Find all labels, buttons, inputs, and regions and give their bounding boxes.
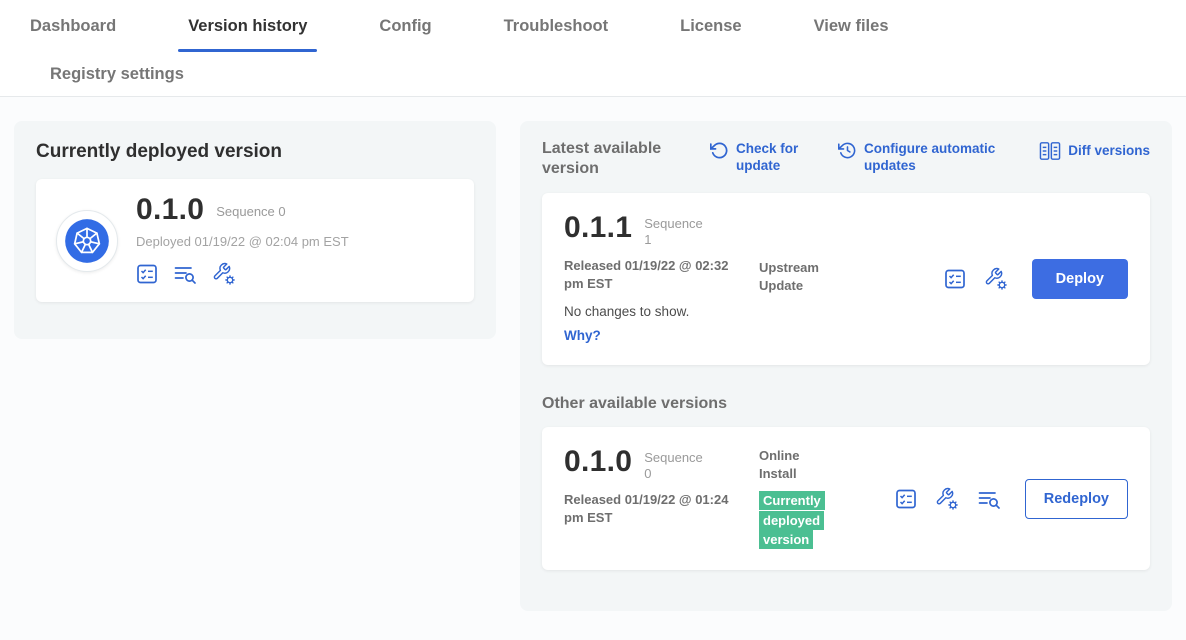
current-sequence: Sequence 0 xyxy=(216,204,285,219)
other-sequence: Sequence 0 xyxy=(644,450,708,481)
main-content: Currently deployed version xyxy=(0,97,1186,611)
tab-dashboard-label: Dashboard xyxy=(30,17,116,36)
other-versions-title: Other available versions xyxy=(542,395,1150,413)
deployed-timestamp: Deployed 01/19/22 @ 02:04 pm EST xyxy=(136,234,349,249)
release-notes-icon[interactable] xyxy=(136,263,158,285)
install-type-label: Online Install xyxy=(759,447,831,482)
current-version-info: 0.1.0 Sequence 0 Deployed 01/19/22 @ 02:… xyxy=(136,195,349,286)
kubernetes-logo xyxy=(56,210,118,272)
currently-deployed-panel: Currently deployed version xyxy=(14,121,496,339)
edit-config-icon[interactable] xyxy=(212,262,236,286)
current-version-actions xyxy=(136,262,349,286)
tab-registry-settings[interactable]: Registry settings xyxy=(40,52,194,96)
why-link[interactable]: Why? xyxy=(564,328,601,343)
tab-config-label: Config xyxy=(379,17,431,36)
other-source-column: Online Install Currently deployed versio… xyxy=(759,447,861,550)
other-released-timestamp: Released 01/19/22 @ 01:24 pm EST xyxy=(564,491,736,526)
current-version-number: 0.1.0 xyxy=(136,195,204,225)
currently-deployed-title: Currently deployed version xyxy=(36,141,474,163)
diff-versions-label: Diff versions xyxy=(1068,143,1150,160)
no-changes-text: No changes to show. xyxy=(564,304,759,319)
tab-license[interactable]: License xyxy=(670,0,751,52)
tab-registry-settings-label: Registry settings xyxy=(50,65,184,84)
latest-release-actions xyxy=(944,267,1008,291)
schedule-update-icon xyxy=(838,141,857,160)
configure-automatic-updates-link[interactable]: Configure automatic updates xyxy=(838,141,996,175)
edit-config-icon[interactable] xyxy=(935,487,959,511)
diff-versions-link[interactable]: Diff versions xyxy=(1039,141,1150,161)
check-for-update-label: Check for update xyxy=(736,141,810,175)
tab-view-files-label: View files xyxy=(814,17,889,36)
deploy-button[interactable]: Deploy xyxy=(1032,259,1128,299)
view-files-icon[interactable] xyxy=(173,263,197,285)
top-navigation: Dashboard Version history Config Trouble… xyxy=(0,0,1186,97)
current-version-card: 0.1.0 Sequence 0 Deployed 01/19/22 @ 02:… xyxy=(36,179,474,302)
other-release-actions xyxy=(895,487,1001,511)
latest-release-info: 0.1.1 Sequence 1 Released 01/19/22 @ 02:… xyxy=(564,213,759,345)
edit-config-icon[interactable] xyxy=(984,267,1008,291)
secondary-tab-row: Registry settings xyxy=(0,52,1186,96)
release-notes-icon[interactable] xyxy=(895,488,917,510)
latest-available-title: Latest available version xyxy=(542,139,682,179)
tab-view-files[interactable]: View files xyxy=(804,0,899,52)
other-version-row: 0.1.0 Sequence 0 xyxy=(564,447,759,481)
redeploy-button[interactable]: Redeploy xyxy=(1025,479,1128,519)
tab-version-history[interactable]: Version history xyxy=(178,0,317,52)
currently-deployed-badge: Currently deployed version xyxy=(759,491,825,549)
tab-version-history-label: Version history xyxy=(188,17,307,36)
tab-dashboard[interactable]: Dashboard xyxy=(20,0,126,52)
latest-version-header: Latest available version Check for updat… xyxy=(542,139,1150,179)
tab-troubleshoot[interactable]: Troubleshoot xyxy=(494,0,619,52)
primary-tab-row: Dashboard Version history Config Trouble… xyxy=(0,0,1186,52)
tab-config[interactable]: Config xyxy=(369,0,441,52)
latest-version-row: 0.1.1 Sequence 1 xyxy=(564,213,759,247)
other-release-info: 0.1.0 Sequence 0 Released 01/19/22 @ 01:… xyxy=(564,447,759,526)
configure-automatic-updates-label: Configure automatic updates xyxy=(864,141,996,175)
release-notes-icon[interactable] xyxy=(944,268,966,290)
view-files-icon[interactable] xyxy=(977,488,1001,510)
latest-version-number: 0.1.1 xyxy=(564,213,632,243)
tab-license-label: License xyxy=(680,17,741,36)
latest-release-card: 0.1.1 Sequence 1 Released 01/19/22 @ 02:… xyxy=(542,193,1150,365)
current-version-row: 0.1.0 Sequence 0 xyxy=(136,195,349,225)
version-source-label: Upstream Update xyxy=(759,259,831,294)
latest-source-column: Upstream Update xyxy=(759,213,861,294)
version-history-panel: Latest available version Check for updat… xyxy=(520,121,1172,611)
latest-sequence: Sequence 1 xyxy=(644,216,708,247)
tab-troubleshoot-label: Troubleshoot xyxy=(504,17,609,36)
check-for-update-link[interactable]: Check for update xyxy=(710,141,810,175)
other-version-number: 0.1.0 xyxy=(564,447,632,477)
diff-icon xyxy=(1039,141,1061,161)
latest-released-timestamp: Released 01/19/22 @ 02:32 pm EST xyxy=(564,257,736,292)
other-release-card: 0.1.0 Sequence 0 Released 01/19/22 @ 01:… xyxy=(542,427,1150,570)
refresh-icon xyxy=(710,141,729,160)
badge-wrap: Currently deployed version xyxy=(759,491,831,550)
